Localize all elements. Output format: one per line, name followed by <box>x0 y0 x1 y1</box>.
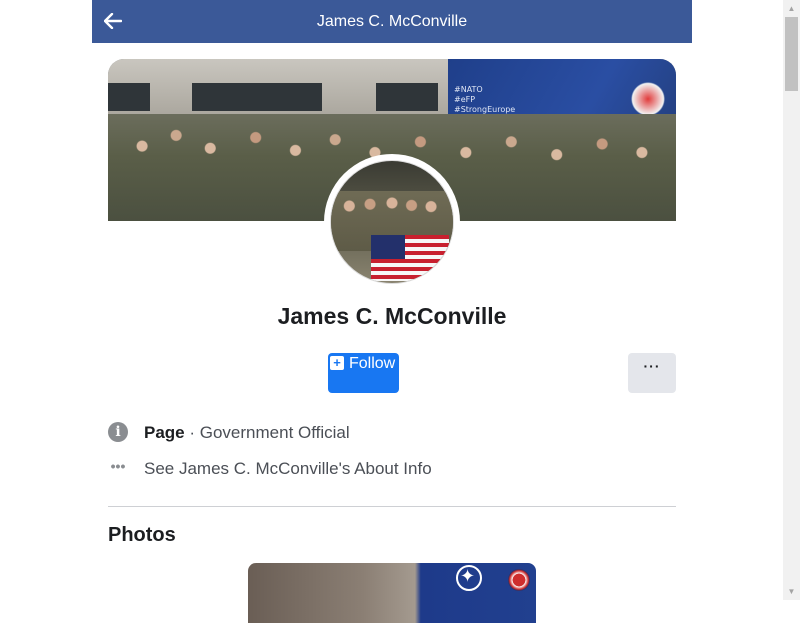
section-divider <box>108 506 676 507</box>
about-info-link[interactable]: See James C. McConville's About Info <box>144 459 432 479</box>
profile-name: James C. McConville <box>277 303 507 329</box>
cover-window <box>192 83 322 111</box>
page-category-row: i Page · Government Official <box>108 422 676 444</box>
nato-emblem-icon <box>456 565 482 591</box>
separator: · <box>184 423 200 442</box>
emblem-icon <box>508 569 530 591</box>
follow-button[interactable]: + Follow <box>328 353 399 393</box>
cover-window <box>108 83 150 111</box>
more-options-button[interactable]: ··· <box>628 353 676 393</box>
top-bar: James C. McConville <box>92 0 692 43</box>
page-category: Page · Government Official <box>144 423 350 443</box>
category-label: Government Official <box>199 423 350 442</box>
cover-flag-accent <box>628 79 668 119</box>
scrollbar[interactable]: ▲ ▼ <box>783 0 800 600</box>
follow-label: Follow <box>349 355 396 372</box>
page-title: James C. McConville <box>316 13 468 30</box>
cover-window <box>376 83 438 111</box>
more-dots-icon: ••• <box>110 458 126 474</box>
photos-heading: Photos <box>108 524 176 546</box>
avatar-flag <box>371 235 449 281</box>
more-options-icon: ··· <box>643 358 661 374</box>
avatar <box>330 160 454 284</box>
photo-thumbnail[interactable] <box>248 563 536 623</box>
plus-icon: + <box>330 356 344 370</box>
scroll-down-arrow-icon[interactable]: ▼ <box>783 583 800 600</box>
scroll-thumb[interactable] <box>785 17 798 91</box>
info-icon: i <box>108 422 128 442</box>
scroll-up-arrow-icon[interactable]: ▲ <box>783 0 800 17</box>
about-info-row[interactable]: ••• See James C. McConville's About Info <box>108 458 676 480</box>
profile-picture[interactable] <box>324 154 460 290</box>
page-label: Page <box>144 423 185 442</box>
